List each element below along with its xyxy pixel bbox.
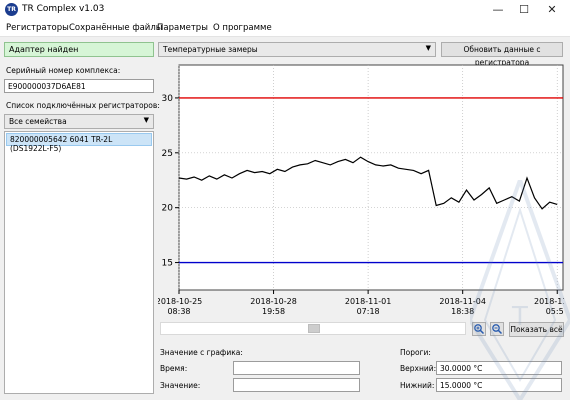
y-tick-label: 25 [162,149,173,159]
list-item[interactable]: 820000005642 6041 TR-2L (DS1922L-F5) [6,133,152,153]
app-logo-icon: TR [5,3,18,16]
plot-area[interactable] [178,64,564,291]
x-tick-label: 2018-10-25 [158,297,202,306]
x-tick-label: 08:38 [167,307,190,316]
thresholds-heading: Пороги: [400,348,431,357]
scroll-thumb[interactable] [308,324,320,333]
menu-parameters[interactable]: Параметры [157,23,208,33]
x-tick-label: 19:58 [262,307,285,316]
show-all-button[interactable]: Показать всё [509,322,564,337]
measurement-select-value: Температурные замеры [163,45,258,54]
x-tick-label: 2018-10-28 [250,297,297,306]
y-tick-label: 15 [162,259,173,269]
refresh-button[interactable]: Обновить данные с регистратора [441,42,563,67]
close-button[interactable]: ✕ [534,0,570,20]
value-heading: Значение с графика: [160,348,243,357]
family-select[interactable]: Все семейства ▼ [4,114,154,129]
serial-label: Серийный номер комплекса: [6,66,121,75]
x-tick-label: 07:18 [357,307,380,316]
adapter-status: Адаптер найден [4,42,154,57]
zoom-in-button[interactable] [472,322,486,336]
family-select-value: Все семейства [9,117,67,126]
x-tick-label: 05:58 [546,307,564,316]
title-bar: TR TR Complex v1.03 — ☐ ✕ [0,0,570,20]
menu-registrators[interactable]: Регистраторы [6,23,69,33]
upper-threshold-field[interactable]: 30.0000 °C [436,361,562,375]
zoom-in-icon [474,324,485,335]
chevron-down-icon: ▼ [143,116,149,124]
value-label: Значение: [160,381,201,390]
time-label: Время: [160,364,188,373]
x-tick-label: 18:38 [451,307,474,316]
zoom-out-icon [492,324,503,335]
measurement-select[interactable]: Температурные замеры ▼ [158,42,436,57]
upper-threshold-label: Верхний: [400,364,437,373]
chart-scrollbar[interactable] [160,322,466,335]
window-title: TR Complex v1.03 [22,4,105,14]
lower-threshold-label: Нижний: [400,381,435,390]
registrators-list[interactable]: 820000005642 6041 TR-2L (DS1922L-F5) [4,131,154,394]
chevron-down-icon: ▼ [425,44,431,52]
value-field[interactable] [233,378,360,392]
serial-field[interactable]: E900000037D6AE81 [4,79,154,93]
time-field[interactable] [233,361,360,375]
menu-about[interactable]: О программе [213,23,272,33]
temperature-chart[interactable]: 15 20 25 30 2018-10-2508:38 2018-10-2819:58 20… [158,59,564,321]
menu-bar: Регистраторы Сохранённые файлы Параметры… [0,20,570,37]
x-tick-label: 2018-11-01 [345,297,392,306]
y-tick-label: 30 [162,94,174,104]
lower-threshold-field[interactable]: 15.0000 °C [436,378,562,392]
menu-saved-files[interactable]: Сохранённые файлы [69,23,162,33]
x-tick-label: 2018-11-04 [439,297,486,306]
y-tick-label: 20 [162,204,174,214]
x-tick-label: 2018-11-08 [534,297,564,306]
zoom-out-button[interactable] [490,322,504,336]
registrators-list-label: Список подключённых регистраторов: [6,101,160,110]
